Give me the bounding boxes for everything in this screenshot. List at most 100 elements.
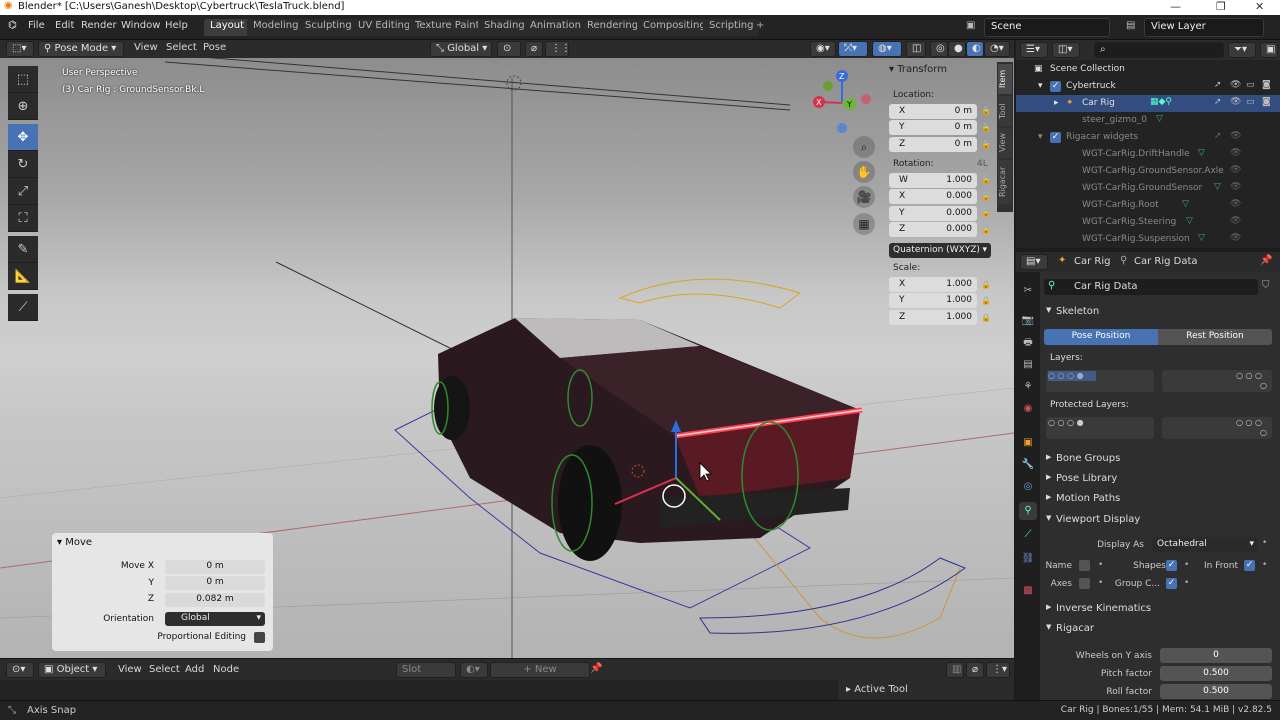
rotation-y-field[interactable]: Y 0.000 — [889, 206, 977, 221]
select-box-icon[interactable]: ⬚ — [8, 66, 38, 93]
monitor-icon[interactable]: ▭ — [1246, 97, 1255, 107]
lock-icon[interactable]: 🔒 — [981, 225, 991, 235]
tab-animation[interactable]: Animation — [524, 19, 587, 36]
outliner-row-steer-gizmo[interactable]: steer_gizmo_0 ▽ — [1016, 112, 1280, 129]
rotation-lock-4l[interactable]: 4L — [977, 159, 988, 169]
camera-render-icon[interactable]: ◙ — [1262, 80, 1271, 90]
keyframe-dot-icon[interactable]: • — [1262, 538, 1267, 548]
bone-constraint-icon[interactable]: ⛓ — [1019, 550, 1037, 568]
move-y-field[interactable]: 0 m — [165, 576, 265, 590]
lock-icon[interactable]: 🔒 — [981, 175, 991, 185]
tab-rendering[interactable]: Rendering — [581, 19, 645, 36]
mode-selector[interactable]: ⚲ Pose Mode ▾ — [38, 41, 124, 57]
scale-y-field[interactable]: Y 1.000 — [889, 293, 977, 308]
menu-help[interactable]: Help — [165, 20, 188, 31]
lock-icon[interactable]: 🔓 — [981, 140, 991, 150]
move-panel-title[interactable]: ▾ Move — [57, 537, 92, 548]
move-z-field[interactable]: 0.082 m — [165, 593, 265, 607]
outliner-row-widget[interactable]: WGT-CarRig.DriftHandle ▽ 👁 — [1016, 146, 1280, 163]
eye-icon[interactable]: 👁 — [1230, 199, 1241, 209]
rest-position-button[interactable]: Rest Position — [1158, 329, 1272, 345]
shapes-checkbox[interactable]: ✓ — [1166, 560, 1177, 571]
pivot-icon[interactable]: ⊙ — [497, 41, 521, 57]
lock-icon[interactable]: 🔒 — [981, 296, 991, 306]
menu-render[interactable]: Render — [81, 20, 117, 31]
minimize-icon[interactable]: — — [1170, 0, 1181, 13]
scale-icon[interactable]: ⤢ — [8, 178, 38, 205]
new-collection-icon[interactable]: ▣ — [1260, 42, 1278, 58]
wheels-field[interactable]: 0 — [1160, 648, 1272, 663]
keyframe-dot-icon[interactable]: • — [1262, 560, 1267, 570]
pose-position-button[interactable]: Pose Position — [1044, 329, 1158, 345]
texture-icon[interactable]: ▩ — [1019, 582, 1037, 600]
location-x-field[interactable]: X 0 m — [889, 104, 977, 119]
orientation-selector[interactable]: ⤡ Global ▾ — [430, 41, 492, 57]
snap-icon[interactable]: ⌀ — [966, 662, 984, 678]
fake-user-shield-icon[interactable]: ⛉ — [1262, 280, 1270, 291]
protected-layers-grid-right[interactable]: ○ ○ ○ ○ — [1162, 417, 1272, 439]
keyframe-dot-icon[interactable]: • — [1184, 578, 1189, 588]
scale-x-field[interactable]: X 1.000 — [889, 277, 977, 292]
outliner-row-cybertruck[interactable]: ▾ ✓ Cybertruck ➚ 👁 ▭ ◙ — [1016, 78, 1280, 95]
object-icon[interactable]: ▣ — [1019, 434, 1037, 452]
outliner-row-widget[interactable]: WGT-CarRig.Root ▽ 👁 — [1016, 197, 1280, 214]
camera-icon[interactable]: 🎥 — [853, 186, 875, 208]
roll-factor-field[interactable]: 0.500 — [1160, 684, 1272, 699]
pan-hand-icon[interactable]: ✋ — [853, 161, 875, 183]
pin-icon[interactable]: 📌 — [590, 663, 602, 674]
backdrop-icon[interactable]: ▥ — [946, 662, 964, 678]
section-inverse-kinematics[interactable]: ▶ Inverse Kinematics — [1044, 601, 1276, 619]
filter-icon[interactable]: ⏷▾ — [1228, 42, 1256, 58]
tab-modeling[interactable]: Modeling — [247, 19, 305, 36]
group-colors-checkbox[interactable]: ✓ — [1166, 578, 1177, 589]
axes-checkbox[interactable] — [1079, 578, 1090, 589]
location-y-field[interactable]: Y 0 m — [889, 120, 977, 135]
outliner-row-widget[interactable]: WGT-CarRig.Suspension ▽ 👁 — [1016, 231, 1280, 248]
select-arrow-icon[interactable]: ➚ — [1214, 80, 1222, 90]
measure-icon[interactable]: 📐 — [8, 263, 38, 290]
name-checkbox[interactable] — [1079, 560, 1090, 571]
lock-icon[interactable]: 🔒 — [981, 313, 991, 323]
new-material-button[interactable]: + New — [490, 662, 590, 678]
rotation-w-field[interactable]: W 1.000 — [889, 173, 977, 188]
render-icon[interactable]: 📷 — [1019, 312, 1037, 330]
maximize-icon[interactable]: ❐ — [1216, 0, 1226, 13]
shading-material-icon[interactable]: ◐ — [966, 41, 984, 57]
outliner-row-widget[interactable]: WGT-CarRig.GroundSensor ▽ 👁 — [1016, 180, 1280, 197]
view-layer-selector[interactable]: View Layer — [1144, 18, 1264, 37]
outliner-row-car-rig[interactable]: ▸ ✦ Car Rig ▦◆⚲ ➚ 👁 ▭ ◙ — [1016, 95, 1280, 112]
move-x-field[interactable]: 0 m — [165, 560, 265, 574]
eye-icon[interactable]: 👁 — [1230, 97, 1241, 107]
section-bone-groups[interactable]: ▶ Bone Groups — [1044, 451, 1276, 469]
in-front-checkbox[interactable]: ✓ — [1244, 560, 1255, 571]
outliner-row-widget[interactable]: WGT-CarRig.Steering ▽ 👁 — [1016, 214, 1280, 231]
exclude-checkbox[interactable]: ✓ — [1050, 132, 1061, 143]
proportional-editing-checkbox[interactable] — [254, 632, 265, 643]
protected-layers-grid-left[interactable]: ○ ○ ○ ● — [1046, 417, 1154, 439]
output-icon[interactable]: 🖶 — [1019, 334, 1037, 352]
rotation-x-field[interactable]: X 0.000 — [889, 189, 977, 204]
tab-texture-paint[interactable]: Texture Paint — [409, 19, 486, 36]
lock-icon[interactable]: 🔒 — [981, 208, 991, 218]
location-z-field[interactable]: Z 0 m — [889, 137, 977, 152]
eye-icon[interactable]: 👁 — [1230, 80, 1241, 90]
keyframe-dot-icon[interactable]: • — [1098, 578, 1103, 588]
eye-icon[interactable]: 👁 — [1230, 216, 1241, 226]
snap-icon[interactable]: ⌀ — [525, 41, 543, 57]
exclude-checkbox[interactable]: ✓ — [1050, 81, 1061, 92]
annotate-icon[interactable]: ✎ — [8, 236, 38, 263]
layers-grid-right[interactable]: ○ ○ ○ ○ — [1162, 370, 1272, 392]
eye-icon[interactable]: 👁 — [1230, 165, 1241, 175]
zoom-icon[interactable]: ⌕ — [853, 136, 875, 158]
rotation-mode-dropdown[interactable]: Quaternion (WXYZ) ▾ — [889, 243, 991, 258]
tab-layout[interactable]: Layout — [204, 19, 250, 36]
properties-editor-type-icon[interactable]: ▤▾ — [1020, 254, 1048, 270]
lock-icon[interactable]: 🔒 — [981, 123, 991, 133]
visibility-icon[interactable]: ◉▾ — [810, 41, 836, 57]
editor-type-icon[interactable]: ⬚▾ — [6, 41, 34, 57]
lock-icon[interactable]: 🔒 — [981, 106, 991, 116]
bottom-menu-add[interactable]: Add — [185, 664, 204, 675]
section-rigacar[interactable]: ▼ Rigacar — [1044, 621, 1276, 639]
section-pose-library[interactable]: ▶ Pose Library — [1044, 471, 1276, 489]
select-arrow-icon[interactable]: ➚ — [1214, 97, 1222, 107]
